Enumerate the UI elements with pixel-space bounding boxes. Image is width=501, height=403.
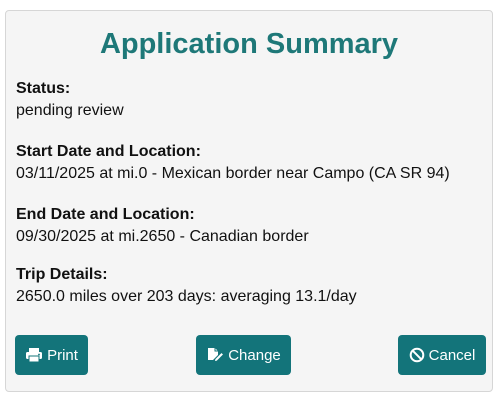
status-field: Status: pending review — [16, 79, 486, 120]
application-summary-card: Application Summary Status: pending revi… — [5, 10, 493, 392]
printer-icon — [25, 347, 43, 363]
start-value: 03/11/2025 at mi.0 - Mexican border near… — [16, 165, 450, 182]
start-label: Start Date and Location: — [16, 143, 201, 160]
cancel-label: Cancel — [428, 346, 476, 364]
change-label: Change — [228, 346, 281, 364]
end-label: End Date and Location: — [16, 206, 195, 223]
print-label: Print — [47, 346, 78, 364]
cancel-button[interactable]: Cancel — [398, 335, 486, 375]
start-field: Start Date and Location: 03/11/2025 at m… — [16, 142, 486, 183]
trip-label: Trip Details: — [16, 266, 108, 283]
trip-field: Trip Details: 2650.0 miles over 203 days… — [16, 265, 486, 306]
ban-icon — [409, 347, 425, 363]
change-button[interactable]: Change — [196, 335, 291, 375]
status-value: pending review — [16, 102, 124, 119]
trip-value: 2650.0 miles over 203 days: averaging 13… — [16, 288, 357, 305]
print-button[interactable]: Print — [15, 335, 88, 375]
status-label: Status: — [16, 80, 71, 97]
page-title: Application Summary — [99, 28, 399, 60]
edit-icon — [206, 347, 225, 364]
end-field: End Date and Location: 09/30/2025 at mi.… — [16, 205, 486, 246]
end-value: 09/30/2025 at mi.2650 - Canadian border — [16, 228, 309, 245]
